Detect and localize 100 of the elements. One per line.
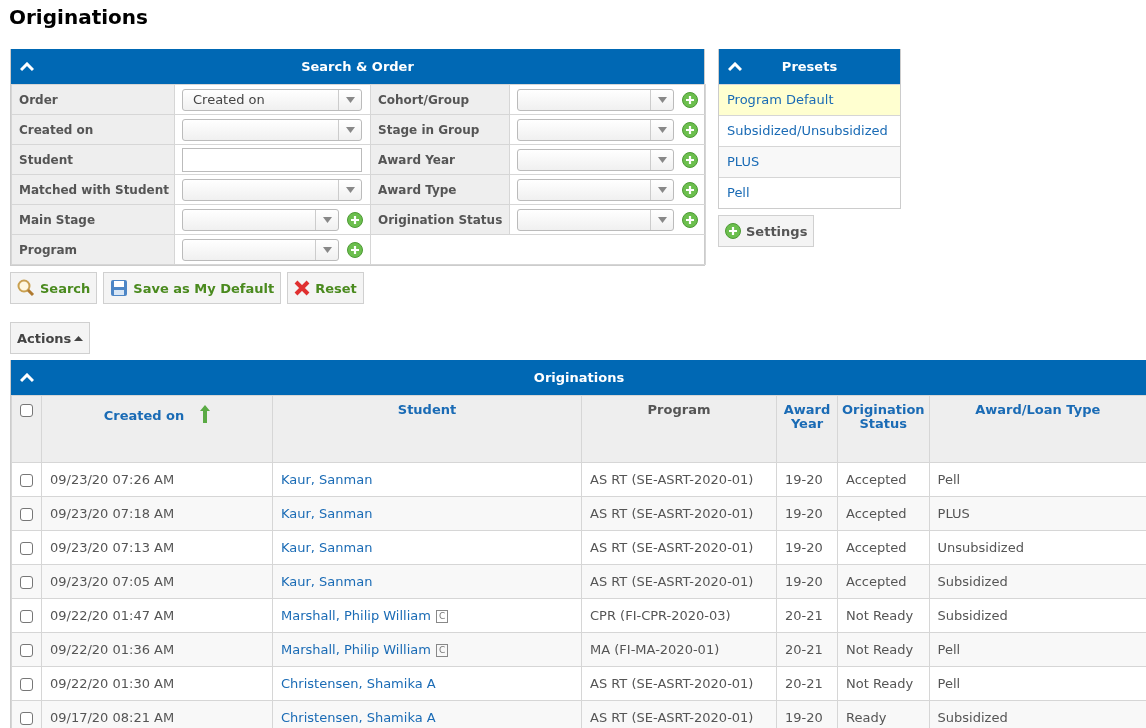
dropdown[interactable] xyxy=(517,148,674,171)
row-checkbox[interactable] xyxy=(20,712,33,725)
dropdown[interactable] xyxy=(182,238,339,261)
status-cell: Not Ready xyxy=(846,676,914,691)
award-year-cell: 20-21 xyxy=(785,642,823,657)
column-header[interactable]: Created on xyxy=(103,409,185,423)
caret-icon xyxy=(657,156,667,163)
student-link[interactable]: Kaur, Sanman xyxy=(281,540,373,555)
row-checkbox[interactable] xyxy=(20,576,33,589)
student-link[interactable]: Kaur, Sanman xyxy=(281,472,373,487)
add-icon[interactable] xyxy=(682,91,698,108)
award-type-cell: Pell xyxy=(937,676,961,691)
field-label: Order xyxy=(11,84,175,115)
settings-button[interactable]: Settings xyxy=(718,215,815,247)
caret-icon xyxy=(322,216,332,223)
save-button[interactable]: Save as My Default xyxy=(103,272,282,304)
caret-icon xyxy=(657,216,667,223)
field-label: Award Type xyxy=(370,174,510,205)
caret-icon xyxy=(657,186,667,193)
dropdown[interactable] xyxy=(182,208,339,231)
field-label: Stage in Group xyxy=(370,114,510,145)
dropdown[interactable] xyxy=(517,88,674,111)
date-cell: 09/22/20 01:36 AM xyxy=(50,642,175,657)
program-cell: AS RT (SE-ASRT-2020-01) xyxy=(590,574,754,589)
add-icon[interactable] xyxy=(725,223,741,239)
award-year-cell: 20-21 xyxy=(785,676,823,691)
row-checkbox[interactable] xyxy=(20,542,33,555)
actions-button[interactable]: Actions xyxy=(10,322,91,354)
date-cell: 09/22/20 01:30 AM xyxy=(50,676,175,691)
award-year-cell: 19-20 xyxy=(785,472,823,487)
date-cell: 09/23/20 07:05 AM xyxy=(50,574,175,589)
dropdown[interactable] xyxy=(517,208,674,231)
dropdown[interactable] xyxy=(517,118,674,141)
dropdown[interactable] xyxy=(182,178,362,201)
select-all-checkbox[interactable] xyxy=(20,404,33,417)
caret-icon xyxy=(345,126,355,133)
row-checkbox[interactable] xyxy=(20,644,33,657)
add-icon[interactable] xyxy=(682,211,698,228)
panel-title: Originations xyxy=(533,370,625,385)
student-link[interactable]: Kaur, Sanman xyxy=(281,506,373,521)
status-cell: Accepted xyxy=(846,540,907,555)
search-button[interactable]: Search xyxy=(10,272,98,304)
caret-icon xyxy=(657,126,667,133)
award-year-cell: 19-20 xyxy=(785,540,823,555)
award-year-cell: 20-21 xyxy=(785,608,823,623)
add-icon[interactable] xyxy=(347,241,363,258)
caret-icon xyxy=(345,186,355,193)
reset-button[interactable]: Reset xyxy=(287,272,364,304)
date-cell: 09/22/20 01:47 AM xyxy=(50,608,175,623)
student-link[interactable]: Marshall, Philip William xyxy=(281,642,431,657)
collapse-icon[interactable] xyxy=(20,373,34,383)
status-cell: Ready xyxy=(846,710,887,725)
collapse-icon[interactable] xyxy=(20,62,34,72)
add-icon[interactable] xyxy=(682,121,698,138)
date-cell: 09/17/20 08:21 AM xyxy=(50,710,175,725)
caret-icon xyxy=(74,335,84,341)
collapse-icon[interactable] xyxy=(728,62,742,72)
field-label: Student xyxy=(11,144,175,175)
page-title: Originations xyxy=(9,4,149,30)
dropdown[interactable] xyxy=(517,178,674,201)
program-cell: AS RT (SE-ASRT-2020-01) xyxy=(590,710,754,725)
student-link[interactable]: Kaur, Sanman xyxy=(281,574,373,589)
program-cell: CPR (FI-CPR-2020-03) xyxy=(590,608,731,623)
award-year-cell: 19-20 xyxy=(785,710,823,725)
add-icon[interactable] xyxy=(682,181,698,198)
date-cell: 09/23/20 07:18 AM xyxy=(50,506,175,521)
preset-item[interactable]: PLUS xyxy=(719,146,900,177)
caret-icon xyxy=(322,246,332,253)
field-label: Main Stage xyxy=(11,204,175,235)
program-cell: AS RT (SE-ASRT-2020-01) xyxy=(590,540,754,555)
column-header[interactable]: Student xyxy=(397,403,457,417)
program-cell: AS RT (SE-ASRT-2020-01) xyxy=(590,506,754,521)
field-label: Program xyxy=(11,234,175,265)
status-cell: Accepted xyxy=(846,506,907,521)
field-label: Created on xyxy=(11,114,175,145)
student-badge: C xyxy=(435,610,449,623)
award-type-cell: Unsubsidized xyxy=(937,540,1024,555)
close-icon xyxy=(294,280,311,296)
input-field[interactable] xyxy=(182,147,362,172)
field-label: Origination Status xyxy=(370,204,510,235)
preset-item[interactable]: Program Default xyxy=(719,84,900,115)
status-cell: Not Ready xyxy=(846,642,914,657)
row-checkbox[interactable] xyxy=(20,610,33,623)
panel-title: Search & Order xyxy=(301,59,414,74)
row-checkbox[interactable] xyxy=(20,508,33,521)
award-type-cell: Subsidized xyxy=(937,574,1008,589)
award-year-cell: 19-20 xyxy=(785,506,823,521)
dropdown[interactable] xyxy=(182,118,362,141)
row-checkbox[interactable] xyxy=(20,678,33,691)
dropdown[interactable]: Created on xyxy=(182,88,362,111)
caret-icon xyxy=(345,96,355,103)
student-link[interactable]: Marshall, Philip William xyxy=(281,608,431,623)
add-icon[interactable] xyxy=(347,211,363,228)
status-cell: Not Ready xyxy=(846,608,914,623)
add-icon[interactable] xyxy=(682,151,698,168)
program-cell: AS RT (SE-ASRT-2020-01) xyxy=(590,676,754,691)
row-checkbox[interactable] xyxy=(20,474,33,487)
column-header: Program xyxy=(647,403,711,417)
status-cell: Accepted xyxy=(846,472,907,487)
column-header[interactable]: Award/Loan Type xyxy=(975,403,1101,417)
